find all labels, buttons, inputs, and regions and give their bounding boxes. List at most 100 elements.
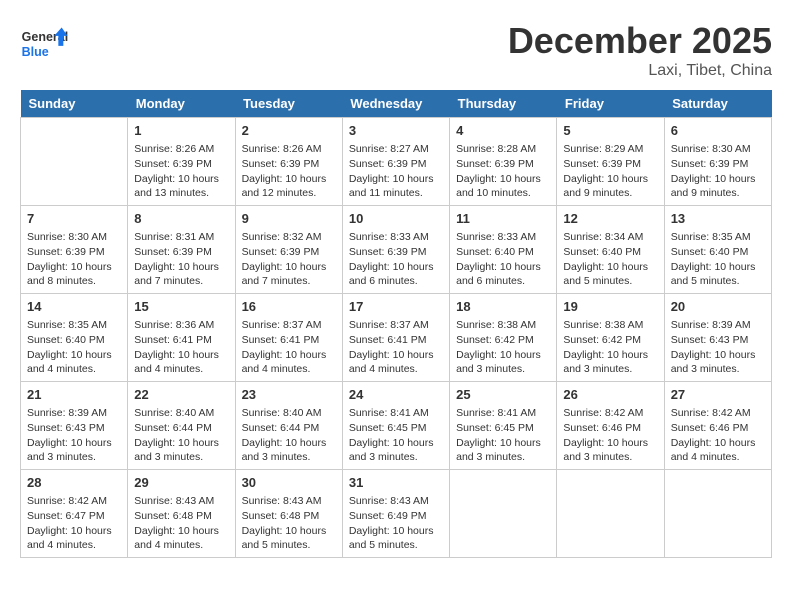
cell-info: Sunrise: 8:41 AMSunset: 6:45 PMDaylight:… — [456, 406, 550, 465]
day-header-friday: Friday — [557, 90, 664, 118]
date-number: 31 — [349, 474, 443, 492]
month-title: December 2025 — [508, 20, 772, 62]
cell-info: Sunrise: 8:28 AMSunset: 6:39 PMDaylight:… — [456, 142, 550, 201]
cell-info: Sunrise: 8:37 AMSunset: 6:41 PMDaylight:… — [242, 318, 336, 377]
date-number: 4 — [456, 122, 550, 140]
calendar-cell: 25 Sunrise: 8:41 AMSunset: 6:45 PMDayligh… — [450, 382, 557, 470]
cell-info: Sunrise: 8:40 AMSunset: 6:44 PMDaylight:… — [242, 406, 336, 465]
location-title: Laxi, Tibet, China — [508, 62, 772, 80]
cell-info: Sunrise: 8:32 AMSunset: 6:39 PMDaylight:… — [242, 230, 336, 289]
cell-info: Sunrise: 8:35 AMSunset: 6:40 PMDaylight:… — [671, 230, 765, 289]
day-header-saturday: Saturday — [664, 90, 771, 118]
calendar-cell: 11 Sunrise: 8:33 AMSunset: 6:40 PMDayligh… — [450, 206, 557, 294]
week-row-3: 14Sunrise: 8:35 AMSunset: 6:40 PMDayligh… — [21, 294, 772, 382]
calendar-cell: 29Sunrise: 8:43 AMSunset: 6:48 PMDayligh… — [128, 470, 235, 558]
date-number: 16 — [242, 298, 336, 316]
cell-info: Sunrise: 8:39 AMSunset: 6:43 PMDaylight:… — [27, 406, 121, 465]
calendar-cell: 19 Sunrise: 8:38 AMSunset: 6:42 PMDayligh… — [557, 294, 664, 382]
calendar-cell: 14Sunrise: 8:35 AMSunset: 6:40 PMDayligh… — [21, 294, 128, 382]
svg-text:Blue: Blue — [22, 45, 49, 59]
day-header-thursday: Thursday — [450, 90, 557, 118]
cell-info: Sunrise: 8:30 AMSunset: 6:39 PMDaylight:… — [671, 142, 765, 201]
week-row-1: 1Sunrise: 8:26 AMSunset: 6:39 PMDaylight… — [21, 118, 772, 206]
calendar-cell: 21 Sunrise: 8:39 AMSunset: 6:43 PMDayligh… — [21, 382, 128, 470]
day-header-sunday: Sunday — [21, 90, 128, 118]
cell-info: Sunrise: 8:38 AMSunset: 6:42 PMDaylight:… — [563, 318, 657, 377]
date-number: 26 — [563, 386, 657, 404]
week-row-4: 21 Sunrise: 8:39 AMSunset: 6:43 PMDayligh… — [21, 382, 772, 470]
calendar-cell: 15 Sunrise: 8:36 AMSunset: 6:41 PMDayligh… — [128, 294, 235, 382]
calendar-cell: 4 Sunrise: 8:28 AMSunset: 6:39 PMDaylight… — [450, 118, 557, 206]
date-number: 28 — [27, 474, 121, 492]
calendar-cell: 16 Sunrise: 8:37 AMSunset: 6:41 PMDayligh… — [235, 294, 342, 382]
cell-info: Sunrise: 8:27 AMSunset: 6:39 PMDaylight:… — [349, 142, 443, 201]
date-number: 24 — [349, 386, 443, 404]
date-number: 19 — [563, 298, 657, 316]
calendar-cell: 23 Sunrise: 8:40 AMSunset: 6:44 PMDayligh… — [235, 382, 342, 470]
calendar-cell: 30 Sunrise: 8:43 AMSunset: 6:48 PMDayligh… — [235, 470, 342, 558]
calendar-cell — [557, 470, 664, 558]
logo: General Blue — [20, 20, 70, 70]
date-number: 5 — [563, 122, 657, 140]
cell-info: Sunrise: 8:31 AMSunset: 6:39 PMDaylight:… — [134, 230, 228, 289]
date-number: 17 — [349, 298, 443, 316]
date-number: 18 — [456, 298, 550, 316]
date-number: 14 — [27, 298, 121, 316]
logo-svg: General Blue — [20, 20, 70, 70]
cell-info: Sunrise: 8:37 AMSunset: 6:41 PMDaylight:… — [349, 318, 443, 377]
cell-info: Sunrise: 8:29 AMSunset: 6:39 PMDaylight:… — [563, 142, 657, 201]
cell-info: Sunrise: 8:43 AMSunset: 6:49 PMDaylight:… — [349, 494, 443, 553]
week-row-2: 7 Sunrise: 8:30 AMSunset: 6:39 PMDaylight… — [21, 206, 772, 294]
cell-info: Sunrise: 8:39 AMSunset: 6:43 PMDaylight:… — [671, 318, 765, 377]
calendar-cell: 22Sunrise: 8:40 AMSunset: 6:44 PMDayligh… — [128, 382, 235, 470]
calendar-cell: 12Sunrise: 8:34 AMSunset: 6:40 PMDayligh… — [557, 206, 664, 294]
calendar-cell: 31 Sunrise: 8:43 AMSunset: 6:49 PMDayligh… — [342, 470, 449, 558]
day-header-tuesday: Tuesday — [235, 90, 342, 118]
calendar-cell: 5 Sunrise: 8:29 AMSunset: 6:39 PMDaylight… — [557, 118, 664, 206]
date-number: 9 — [242, 210, 336, 228]
date-number: 25 — [456, 386, 550, 404]
cell-info: Sunrise: 8:43 AMSunset: 6:48 PMDaylight:… — [242, 494, 336, 553]
cell-info: Sunrise: 8:33 AMSunset: 6:39 PMDaylight:… — [349, 230, 443, 289]
day-header-wednesday: Wednesday — [342, 90, 449, 118]
date-number: 27 — [671, 386, 765, 404]
calendar-cell: 24 Sunrise: 8:41 AMSunset: 6:45 PMDayligh… — [342, 382, 449, 470]
calendar-cell: 18 Sunrise: 8:38 AMSunset: 6:42 PMDayligh… — [450, 294, 557, 382]
calendar-cell — [21, 118, 128, 206]
date-number: 12 — [563, 210, 657, 228]
calendar-cell: 26Sunrise: 8:42 AMSunset: 6:46 PMDayligh… — [557, 382, 664, 470]
date-number: 20 — [671, 298, 765, 316]
calendar-cell: 13 Sunrise: 8:35 AMSunset: 6:40 PMDayligh… — [664, 206, 771, 294]
date-number: 11 — [456, 210, 550, 228]
title-section: December 2025 Laxi, Tibet, China — [508, 20, 772, 80]
date-number: 2 — [242, 122, 336, 140]
cell-info: Sunrise: 8:41 AMSunset: 6:45 PMDaylight:… — [349, 406, 443, 465]
cell-info: Sunrise: 8:38 AMSunset: 6:42 PMDaylight:… — [456, 318, 550, 377]
cell-info: Sunrise: 8:33 AMSunset: 6:40 PMDaylight:… — [456, 230, 550, 289]
calendar-cell — [450, 470, 557, 558]
page-header: General Blue December 2025 Laxi, Tibet, … — [20, 20, 772, 80]
calendar-cell: 28 Sunrise: 8:42 AMSunset: 6:47 PMDayligh… — [21, 470, 128, 558]
calendar-cell: 1Sunrise: 8:26 AMSunset: 6:39 PMDaylight… — [128, 118, 235, 206]
date-number: 22 — [134, 386, 228, 404]
calendar-cell: 27Sunrise: 8:42 AMSunset: 6:46 PMDayligh… — [664, 382, 771, 470]
cell-info: Sunrise: 8:42 AMSunset: 6:47 PMDaylight:… — [27, 494, 121, 553]
calendar-cell: 9 Sunrise: 8:32 AMSunset: 6:39 PMDaylight… — [235, 206, 342, 294]
date-number: 6 — [671, 122, 765, 140]
calendar-cell: 3Sunrise: 8:27 AMSunset: 6:39 PMDaylight… — [342, 118, 449, 206]
calendar-cell: 17 Sunrise: 8:37 AMSunset: 6:41 PMDayligh… — [342, 294, 449, 382]
calendar-cell: 10Sunrise: 8:33 AMSunset: 6:39 PMDayligh… — [342, 206, 449, 294]
date-number: 15 — [134, 298, 228, 316]
cell-info: Sunrise: 8:30 AMSunset: 6:39 PMDaylight:… — [27, 230, 121, 289]
date-number: 8 — [134, 210, 228, 228]
cell-info: Sunrise: 8:26 AMSunset: 6:39 PMDaylight:… — [242, 142, 336, 201]
date-number: 7 — [27, 210, 121, 228]
calendar-table: SundayMondayTuesdayWednesdayThursdayFrid… — [20, 90, 772, 558]
calendar-cell: 6 Sunrise: 8:30 AMSunset: 6:39 PMDaylight… — [664, 118, 771, 206]
date-number: 21 — [27, 386, 121, 404]
date-number: 23 — [242, 386, 336, 404]
cell-info: Sunrise: 8:36 AMSunset: 6:41 PMDaylight:… — [134, 318, 228, 377]
cell-info: Sunrise: 8:26 AMSunset: 6:39 PMDaylight:… — [134, 142, 228, 201]
date-number: 30 — [242, 474, 336, 492]
date-number: 13 — [671, 210, 765, 228]
